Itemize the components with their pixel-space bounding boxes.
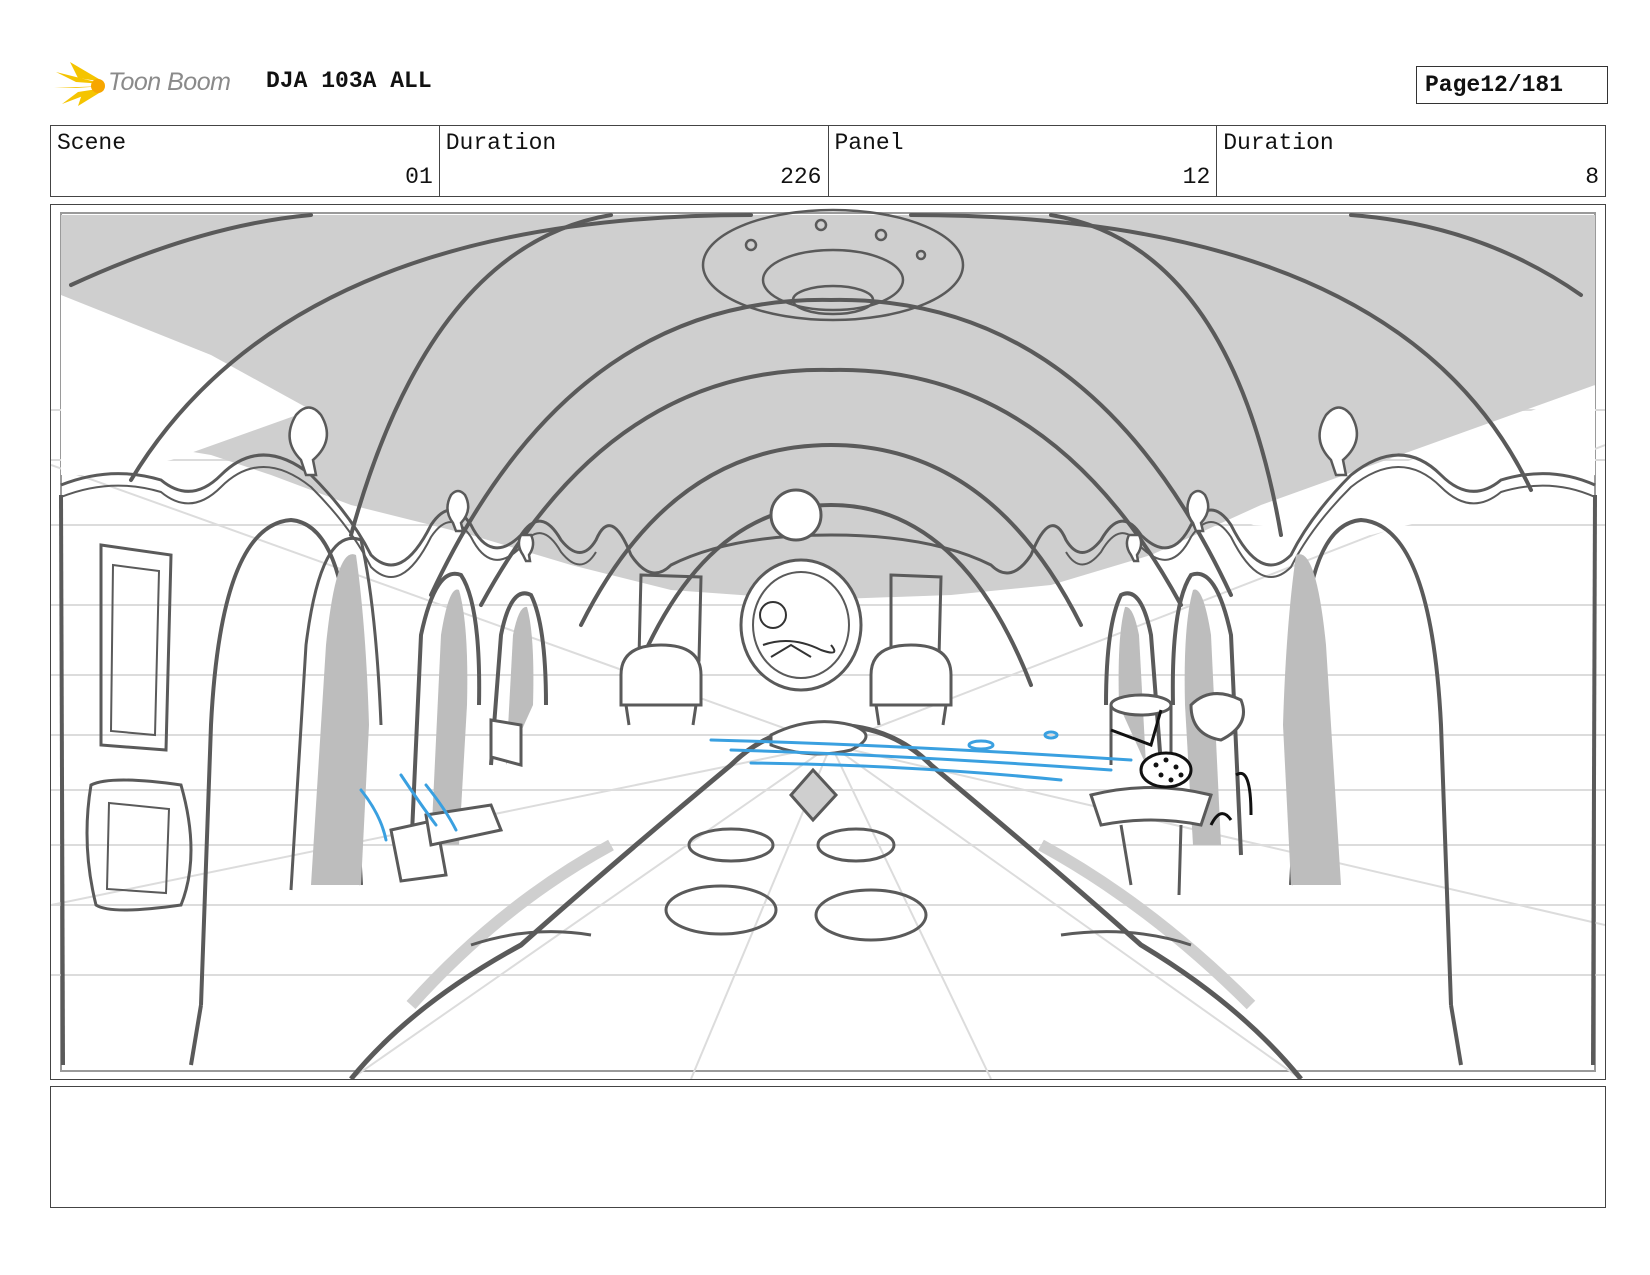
storyboard-panel: [50, 204, 1606, 1080]
panel-cell: Panel 12: [829, 126, 1218, 196]
table-shadow: [406, 839, 1256, 1010]
page-counter: Page 12/181: [1416, 66, 1608, 104]
sunburst-icon: [54, 62, 105, 106]
scene-cell: Scene 01: [51, 126, 440, 196]
storyboard-sketch: [51, 208, 1605, 1079]
scene-duration-value: 226: [780, 164, 822, 190]
toon-boom-logo: Toon Boom: [52, 58, 252, 108]
panel-duration-cell: Duration 8: [1217, 126, 1605, 196]
panel-duration-label: Duration: [1223, 130, 1334, 156]
table-diamond: [789, 767, 839, 823]
right-side-table: [1089, 692, 1245, 896]
shot-info-row: Scene 01 Duration 226 Panel 12 Duration …: [50, 125, 1606, 197]
scene-duration-label: Duration: [445, 130, 557, 156]
page-number: 12/181: [1480, 72, 1564, 98]
scene-duration-cell: Duration 226: [440, 126, 829, 196]
logo-text: Toon Boom: [108, 68, 231, 96]
scene-value: 01: [405, 164, 433, 190]
table-centerpiece: [769, 720, 868, 756]
panel-label: Panel: [834, 130, 904, 156]
page-label: Page: [1425, 72, 1481, 98]
panel-value: 12: [1182, 164, 1211, 190]
panel-duration-value: 8: [1585, 164, 1599, 190]
scene-label: Scene: [57, 130, 127, 156]
page-header: Toon Boom DJA 103A ALL Page 12/181: [52, 56, 1608, 112]
panel-notes-area: [50, 1086, 1606, 1208]
project-title: DJA 103A ALL: [266, 68, 432, 94]
